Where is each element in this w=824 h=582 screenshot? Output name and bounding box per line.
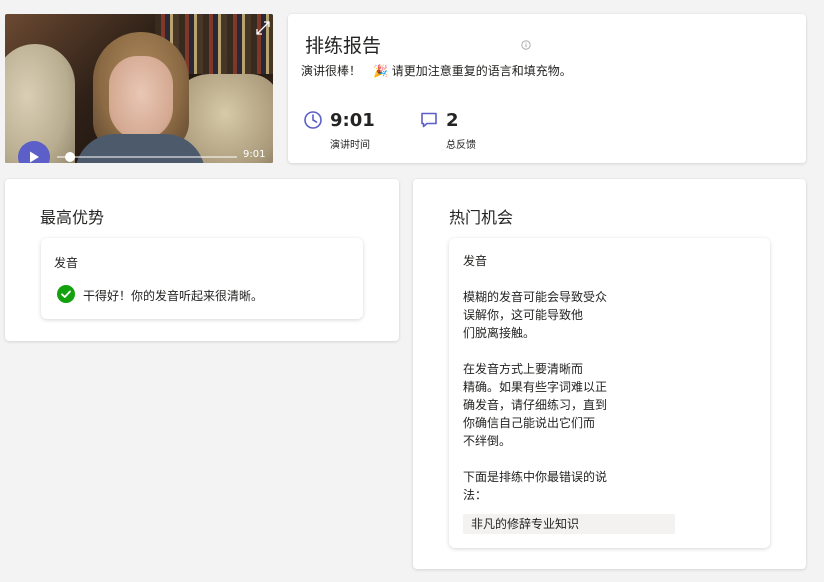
paragraph-line: 在发音方式上要清晰而	[463, 362, 584, 376]
strength-heading: 发音	[54, 256, 79, 270]
comment-icon	[421, 112, 437, 128]
paragraph-line: 们脱离接触。	[463, 326, 536, 340]
paragraph-line: 精确。如果有些字词难以正	[463, 380, 608, 394]
expand-icon[interactable]	[255, 20, 271, 36]
video-duration: 9:01	[243, 149, 266, 160]
strengths-card: 最高优势 发音 干得好！你的发音听起来很清晰。	[5, 179, 399, 341]
paragraph-line: 不绊倒。	[463, 434, 512, 448]
seek-track[interactable]	[57, 156, 237, 158]
strengths-title: 最高优势	[40, 208, 105, 227]
strength-message: 干得好！你的发音听起来很清晰。	[83, 289, 264, 303]
page-title: 排练报告	[305, 35, 382, 57]
mispronounced-phrase: 非凡的修辞专业知识	[463, 514, 675, 534]
paragraph-line: 确发音，请仔细练习，直到	[463, 398, 608, 412]
paragraph-line: 你确信自己能说出它们而	[463, 416, 596, 430]
opportunity-item[interactable]: 发音 模糊的发音可能会导致受众 误解你，这可能导致他 们脱离接触。 在发音方式上…	[449, 238, 770, 548]
seek-thumb[interactable]	[64, 152, 75, 162]
report-summary: 演讲很棒！ 🎉 请更加注意重复的语言和填充物。	[301, 62, 572, 79]
paragraph-line: 法：	[463, 488, 488, 502]
clock-icon	[304, 111, 322, 129]
speaker-face	[109, 56, 173, 140]
summary-praise: 演讲很棒！	[301, 64, 362, 78]
metric-value: 9:01	[330, 110, 375, 131]
metric-value: 2	[446, 110, 459, 131]
metric-label: 总反馈	[446, 140, 476, 151]
paragraph-line: 误解你，这可能导致他	[463, 308, 584, 322]
opportunity-heading: 发音	[463, 254, 488, 268]
check-circle-icon	[57, 285, 75, 303]
info-icon[interactable]	[521, 40, 531, 50]
play-icon	[30, 151, 39, 163]
opportunities-title: 热门机会	[449, 208, 514, 227]
video-player[interactable]: 9:01	[5, 14, 273, 163]
summary-tip: 请更加注意重复的语言和填充物。	[391, 64, 572, 78]
paragraph-line: 模糊的发音可能会导致受众	[463, 290, 608, 304]
opportunity-body: 发音 模糊的发音可能会导致受众 误解你，这可能导致他 们脱离接触。 在发音方式上…	[463, 252, 633, 504]
report-card: 排练报告 演讲很棒！ 🎉 请更加注意重复的语言和填充物。 9:01 演讲时间 2 …	[288, 14, 806, 163]
paragraph-line: 下面是排练中你最错误的说	[463, 470, 608, 484]
metric-label: 演讲时间	[330, 140, 370, 151]
party-icon: 🎉	[373, 64, 388, 78]
strength-item: 发音 干得好！你的发音听起来很清晰。	[41, 238, 363, 319]
opportunities-card: 热门机会 发音 模糊的发音可能会导致受众 误解你，这可能导致他 们脱离接触。 在…	[413, 179, 806, 569]
